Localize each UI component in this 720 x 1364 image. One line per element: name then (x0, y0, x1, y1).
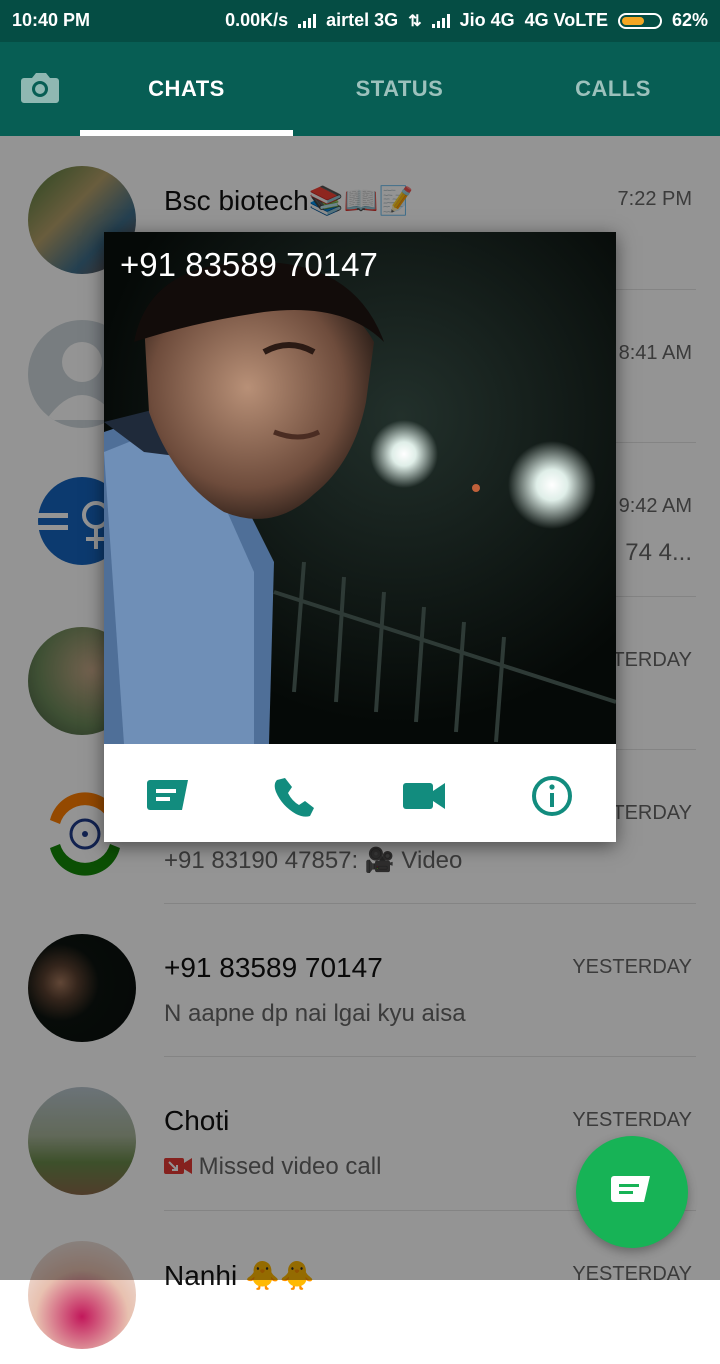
status-time: 10:40 PM (12, 10, 90, 31)
info-icon[interactable] (528, 772, 576, 820)
new-chat-icon (610, 1174, 654, 1208)
profile-photo-image (104, 232, 616, 744)
status-bar: 10:40 PM 0.00K/s airtel 3G ⇅ Jio 4G 4G V… (0, 0, 720, 42)
profile-popup: +91 83589 70147 (104, 232, 616, 842)
popup-actions (104, 744, 616, 842)
status-indicators: 0.00K/s airtel 3G ⇅ Jio 4G 4G VoLTE 62% (225, 10, 708, 31)
call-icon[interactable] (272, 772, 320, 820)
new-chat-button[interactable] (576, 1136, 688, 1248)
tab-calls[interactable]: CALLS (506, 76, 720, 102)
carrier-2: Jio 4G (460, 10, 515, 31)
signal-icon (298, 14, 316, 28)
data-transfer-icon: ⇅ (408, 11, 421, 31)
battery-percent: 62% (672, 10, 708, 31)
signal-icon-2 (432, 14, 450, 28)
tab-status[interactable]: STATUS (293, 76, 506, 102)
popup-contact-name: +91 83589 70147 (120, 246, 378, 284)
profile-photo[interactable]: +91 83589 70147 (104, 232, 616, 744)
network-type: 4G VoLTE (525, 10, 608, 31)
camera-icon[interactable] (20, 70, 60, 104)
network-speed: 0.00K/s (225, 10, 288, 31)
battery-icon (618, 13, 662, 29)
carrier-1: airtel 3G (326, 10, 398, 31)
video-call-icon[interactable] (400, 772, 448, 820)
message-icon[interactable] (144, 772, 192, 820)
app-bar: CHATS STATUS CALLS (0, 42, 720, 136)
tab-chats[interactable]: CHATS (80, 76, 293, 102)
